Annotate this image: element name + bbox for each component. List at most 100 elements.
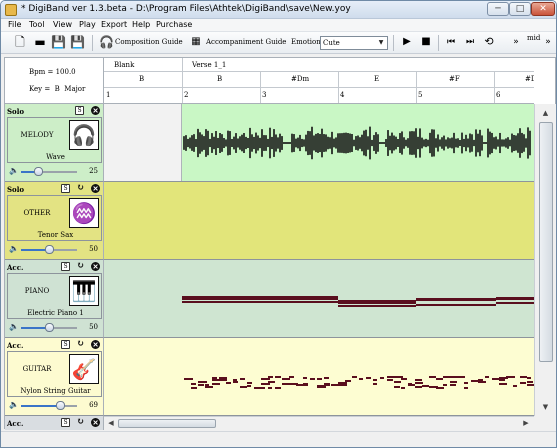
menu-view[interactable]: View	[53, 20, 72, 29]
menu-help[interactable]: Help	[132, 20, 150, 29]
solo-toggle-button[interactable]: S	[61, 418, 70, 427]
composition-guide-button[interactable]: Composition Guide	[115, 38, 183, 46]
scroll-down-icon[interactable]: ▼	[538, 400, 553, 414]
close-button[interactable]: ✕	[531, 2, 555, 16]
volume-slider-thumb[interactable]	[33, 167, 43, 176]
composition-guide-icon[interactable]: 🎧	[99, 35, 114, 49]
new-file-icon[interactable]: 🗋	[13, 35, 27, 49]
vertical-scrollbar[interactable]: ▲ ▼	[534, 104, 556, 416]
chord-label[interactable]: #F	[449, 75, 460, 83]
menu-file[interactable]: File	[8, 20, 21, 29]
midi-note[interactable]	[496, 297, 534, 300]
midi-note[interactable]	[416, 304, 496, 306]
overflow-chevron-icon[interactable]: »	[541, 35, 555, 49]
track-header-melody[interactable]: Solo S ✕ MELODY 🎧 Wave 🔈 25	[5, 104, 104, 182]
stop-icon[interactable]: ■	[419, 35, 433, 49]
bpm-display[interactable]: Bpm = 100.0	[29, 68, 76, 76]
remove-track-icon[interactable]: ✕	[91, 106, 100, 115]
midi-note[interactable]	[338, 305, 416, 307]
regenerate-icon[interactable]: ↻	[76, 262, 85, 271]
menu-export[interactable]: Export	[101, 20, 127, 29]
remove-track-icon[interactable]: ✕	[91, 340, 100, 349]
app-icon	[5, 4, 17, 16]
solo-toggle-button[interactable]: S	[61, 262, 70, 271]
chord-label[interactable]: #Dm	[525, 75, 534, 83]
midi-note	[478, 379, 483, 381]
remove-track-icon[interactable]: ✕	[91, 184, 100, 193]
track-instrument-panel[interactable]: GUITAR 🎸 Nylon String Guitar	[7, 351, 102, 397]
skip-back-icon[interactable]: ⏮	[444, 35, 458, 49]
track-lane-piano[interactable]	[104, 260, 534, 338]
scroll-left-icon[interactable]: ◀	[105, 417, 117, 429]
bar-divider	[416, 72, 417, 103]
midi-note[interactable]	[182, 301, 338, 303]
track-lane-other[interactable]	[104, 182, 534, 260]
more-icon[interactable]: »	[509, 35, 523, 49]
chord-label[interactable]: #Dm	[291, 75, 309, 83]
midi-note	[191, 383, 196, 385]
save-icon[interactable]: 💾	[51, 35, 66, 49]
loop-icon[interactable]: ⟲	[482, 35, 496, 49]
minimize-button[interactable]: ─	[487, 2, 509, 16]
maximize-button[interactable]: □	[509, 2, 531, 16]
midi-note[interactable]	[182, 296, 338, 300]
accompaniment-guide-icon[interactable]: ▦	[188, 35, 204, 49]
midi-note	[492, 378, 499, 380]
track-header-guitar[interactable]: Acc. S ↻ ✕ GUITAR 🎸 Nylon String Guitar …	[5, 338, 104, 416]
track-instrument-panel[interactable]: OTHER ♒ Tenor Sax	[7, 195, 102, 241]
accompaniment-guide-button[interactable]: Accompaniment Guide	[206, 38, 286, 46]
track-header-other[interactable]: Solo S ↻ ✕ OTHER ♒ Tenor Sax 🔈 50	[5, 182, 104, 260]
key-display[interactable]: Key = B Major	[29, 85, 85, 93]
save-as-icon[interactable]: 💾	[70, 35, 85, 49]
regenerate-icon[interactable]: ↻	[76, 184, 85, 193]
track-lane-melody[interactable]	[104, 104, 534, 182]
track-instrument-panel[interactable]: PIANO 🎹 Electric Piano 1	[7, 273, 102, 319]
track-header-piano[interactable]: Acc. S ↻ ✕ PIANO 🎹 Electric Piano 1 🔈 50	[5, 260, 104, 338]
menu-purchase[interactable]: Purchase	[156, 20, 192, 29]
bar-divider	[260, 72, 261, 103]
track-header-partial[interactable]: Acc. S ↻ ✕	[5, 416, 104, 430]
regenerate-icon[interactable]: ↻	[76, 418, 85, 427]
midi-note[interactable]	[496, 302, 534, 304]
vertical-scroll-thumb[interactable]	[539, 122, 553, 362]
open-file-icon[interactable]: ▬	[33, 35, 47, 49]
solo-toggle-button[interactable]: S	[61, 340, 70, 349]
horizontal-scroll-thumb[interactable]	[118, 419, 216, 428]
headset-microphone-icon: 🎧	[69, 120, 99, 150]
volume-slider-thumb[interactable]	[45, 245, 54, 254]
chord-label[interactable]: E	[374, 75, 379, 83]
menu-tool[interactable]: Tool	[29, 20, 45, 29]
regenerate-icon[interactable]: ↻	[76, 340, 85, 349]
arrangement-area: Bpm = 100.0 Key = B Major Blank Verse 1_…	[4, 57, 556, 430]
section-row: Blank Verse 1_1	[104, 58, 534, 72]
audio-waveform[interactable]	[182, 104, 534, 182]
remove-track-icon[interactable]: ✕	[91, 418, 100, 427]
menu-play[interactable]: Play	[79, 20, 96, 29]
guitar-note-pattern[interactable]	[104, 338, 534, 416]
track-instrument-panel[interactable]: MELODY 🎧 Wave	[7, 117, 102, 163]
guitar-icon: 🎸	[69, 354, 99, 384]
midi-note	[205, 386, 213, 388]
track-name: OTHER	[23, 209, 51, 217]
volume-slider-thumb[interactable]	[45, 323, 54, 332]
horizontal-scrollbar[interactable]: ◀ ▶	[104, 416, 534, 429]
section-divider	[182, 58, 183, 72]
emotion-select[interactable]: Cute ▼	[320, 36, 388, 50]
section-label[interactable]: Verse 1_1	[192, 61, 226, 69]
volume-slider-thumb[interactable]	[55, 401, 65, 410]
solo-toggle-button[interactable]: S	[75, 106, 84, 115]
track-lane-guitar[interactable]	[104, 338, 534, 416]
midi-button[interactable]: mid	[527, 34, 540, 42]
solo-toggle-button[interactable]: S	[61, 184, 70, 193]
skip-forward-icon[interactable]: ⏭	[463, 35, 477, 49]
scroll-right-icon[interactable]: ▶	[520, 417, 532, 429]
midi-note[interactable]	[416, 298, 496, 301]
volume-control: 🔈 50	[7, 322, 102, 334]
scroll-up-icon[interactable]: ▲	[538, 106, 553, 120]
chord-label[interactable]: B	[139, 75, 144, 83]
remove-track-icon[interactable]: ✕	[91, 262, 100, 271]
section-label[interactable]: Blank	[114, 61, 134, 69]
midi-note[interactable]	[338, 300, 416, 304]
play-icon[interactable]: ▶	[400, 35, 414, 49]
chord-label[interactable]: B	[217, 75, 222, 83]
